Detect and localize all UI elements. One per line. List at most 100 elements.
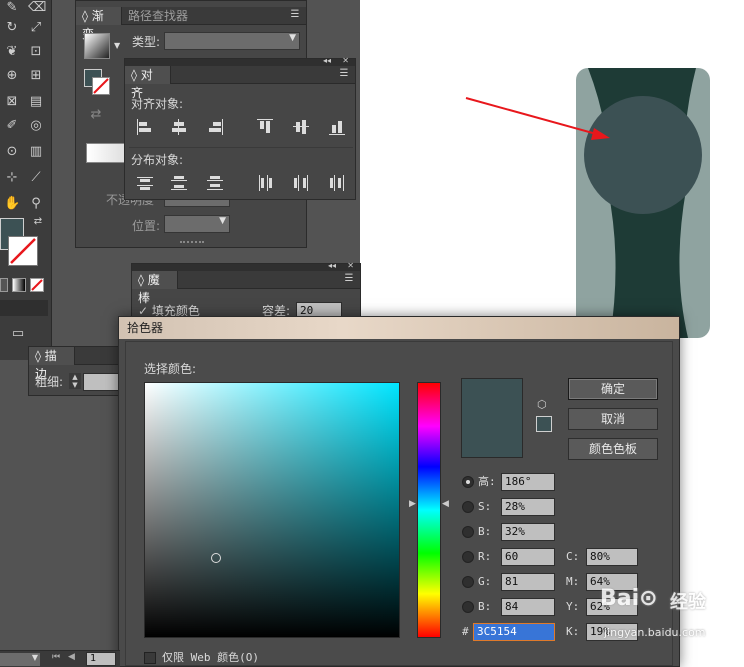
gradient-slider[interactable] — [86, 143, 128, 163]
divider — [129, 147, 353, 148]
cancel-button[interactable]: 取消 — [568, 408, 658, 430]
tab-pathfinder[interactable]: 路径查找器 — [122, 7, 194, 25]
align-right-icon[interactable] — [207, 119, 223, 135]
hue-radio[interactable] — [462, 476, 474, 488]
page-number-input[interactable]: 1 — [86, 652, 116, 666]
panel-menu-icon[interactable]: ☰ — [288, 8, 302, 22]
pen-tool-icon[interactable]: ✎ — [4, 0, 20, 16]
green-radio[interactable] — [462, 576, 474, 588]
none-mode-icon — [31, 279, 43, 291]
rotate-icon[interactable]: ↻ — [4, 20, 20, 36]
tab-align[interactable]: ◊ 对齐 — [125, 66, 171, 100]
swap-colors-icon[interactable]: ⇄ — [30, 214, 46, 230]
screen-mode-icon[interactable]: ▭ — [10, 326, 26, 342]
distribute-vertical-center-icon[interactable] — [171, 175, 187, 191]
tab-magic-wand[interactable]: ◊ 魔棒 — [132, 271, 178, 305]
color-swatches-button[interactable]: 颜色色板 — [568, 438, 658, 460]
brightness-input[interactable]: 32% — [501, 523, 555, 541]
close-icon[interactable]: ✕ — [342, 56, 349, 65]
panel-menu-icon[interactable]: ☰ — [337, 67, 351, 81]
tab-gradient[interactable]: ◊ 渐变 — [76, 7, 122, 41]
distribute-bottom-icon[interactable] — [207, 175, 223, 191]
hue-slider-right-arrow-icon[interactable]: ◀ — [442, 499, 449, 509]
none-mode-button[interactable] — [30, 278, 44, 292]
prev-page-icon[interactable]: ◀ — [68, 652, 75, 662]
brightness-radio[interactable] — [462, 526, 474, 538]
green-input[interactable]: 81 — [501, 573, 555, 591]
artwork[interactable] — [460, 60, 740, 350]
tools-panel: ✎ ⌫ ↻ ⤢ ❦ ⊡ ⊕ ⊞ ⊠ ▤ ✐ ◎ ⊙ ▥ ⊹ ⟋ ✋ ⚲ ⇄ ▭ — [0, 0, 52, 360]
type-dropdown[interactable]: ▼ — [164, 32, 300, 50]
web-only-checkbox[interactable] — [144, 652, 156, 664]
close-icon[interactable]: ✕ — [347, 261, 354, 270]
align-top-icon[interactable] — [257, 119, 273, 135]
eraser-icon[interactable]: ⌫ — [28, 0, 46, 16]
saturation-radio[interactable] — [462, 501, 474, 513]
zoom-dropdown[interactable]: ▼ — [0, 653, 40, 666]
align-horizontal-center-icon[interactable] — [171, 119, 187, 135]
collapse-icon[interactable]: ◂◂ — [323, 56, 331, 65]
chevron-down-icon: ▼ — [31, 653, 38, 662]
mesh-icon[interactable]: ⊠ — [4, 94, 20, 110]
hue-slider[interactable] — [417, 382, 441, 638]
slice-icon[interactable]: ⟋ — [28, 170, 44, 186]
red-input[interactable]: 60 — [501, 548, 555, 566]
location-dropdown[interactable]: ▼ — [164, 215, 230, 233]
ok-button[interactable]: 确定 — [568, 378, 658, 400]
hue-input[interactable]: 186° — [501, 473, 555, 491]
distribute-horizontal-center-icon[interactable] — [293, 175, 309, 191]
align-panel-tabs: ◊ 对齐 ☰ — [125, 66, 355, 100]
color-mode-button[interactable] — [0, 278, 8, 292]
distribute-top-icon[interactable] — [137, 175, 153, 191]
chevron-down-icon[interactable]: ▼ — [114, 41, 120, 50]
first-page-icon[interactable]: ⏮ — [52, 652, 60, 662]
gradient-stroke-swatch[interactable] — [92, 77, 110, 95]
collapse-icon[interactable]: ◂◂ — [328, 261, 336, 270]
type-label: 类型: — [132, 35, 161, 49]
stroke-swatch[interactable] — [8, 236, 38, 266]
zoom-icon[interactable]: ⚲ — [28, 196, 44, 212]
blue-input[interactable]: 84 — [501, 598, 555, 616]
new-color-preview — [461, 378, 523, 458]
perspective-icon[interactable]: ⊞ — [28, 68, 44, 84]
artboard-icon[interactable]: ⊹ — [4, 170, 20, 186]
web-safe-swatch[interactable] — [536, 416, 552, 432]
color-field[interactable] — [144, 382, 400, 638]
color-field-cursor[interactable] — [211, 553, 221, 563]
distribute-left-icon[interactable] — [257, 175, 273, 191]
panel-menu-icon[interactable]: ☰ — [342, 272, 356, 286]
gradient-mode-button[interactable] — [12, 278, 26, 292]
weight-stepper[interactable]: ▲ ▼ — [69, 373, 81, 389]
panel-resize-grip[interactable] — [180, 241, 204, 245]
weight-input[interactable] — [83, 373, 119, 391]
saturation-label: S: — [478, 500, 492, 513]
hue-slider-left-arrow-icon[interactable]: ▶ — [409, 499, 416, 509]
magic-wand-panel-tabs: ◊ 魔棒 ☰ — [132, 271, 360, 305]
symbol-sprayer-icon[interactable]: ⊙ — [4, 144, 20, 160]
align-left-icon[interactable] — [137, 119, 153, 135]
tab-stroke[interactable]: ◊ 描边 — [29, 347, 75, 381]
gradient-icon[interactable]: ▤ — [28, 94, 44, 110]
blue-radio[interactable] — [462, 601, 474, 613]
column-graph-icon[interactable]: ▥ — [28, 144, 44, 160]
hand-icon[interactable]: ✋ — [4, 196, 20, 212]
scale-icon[interactable]: ⤢ — [28, 20, 44, 36]
reverse-gradient-icon[interactable]: ⇄ — [88, 107, 104, 123]
magenta-label: M: — [566, 575, 580, 588]
blend-icon[interactable]: ◎ — [28, 118, 44, 134]
stroke-panel-tabs: ◊ 描边 — [29, 347, 119, 381]
red-radio[interactable] — [462, 551, 474, 563]
align-vertical-center-icon[interactable] — [293, 119, 309, 135]
eyedropper-icon[interactable]: ✐ — [4, 118, 20, 134]
none-slash-icon — [10, 238, 36, 264]
free-transform-icon[interactable]: ⊡ — [28, 44, 44, 60]
saturation-input[interactable]: 28% — [501, 498, 555, 516]
gradient-preview[interactable] — [84, 33, 110, 59]
hex-input[interactable]: 3C5154 — [473, 623, 555, 641]
gamut-cube-icon[interactable]: ⬡ — [537, 398, 547, 411]
align-bottom-icon[interactable] — [329, 119, 345, 135]
warp-icon[interactable]: ❦ — [4, 44, 20, 60]
cyan-input[interactable]: 80% — [586, 548, 638, 566]
distribute-right-icon[interactable] — [329, 175, 345, 191]
shape-builder-icon[interactable]: ⊕ — [4, 68, 20, 84]
